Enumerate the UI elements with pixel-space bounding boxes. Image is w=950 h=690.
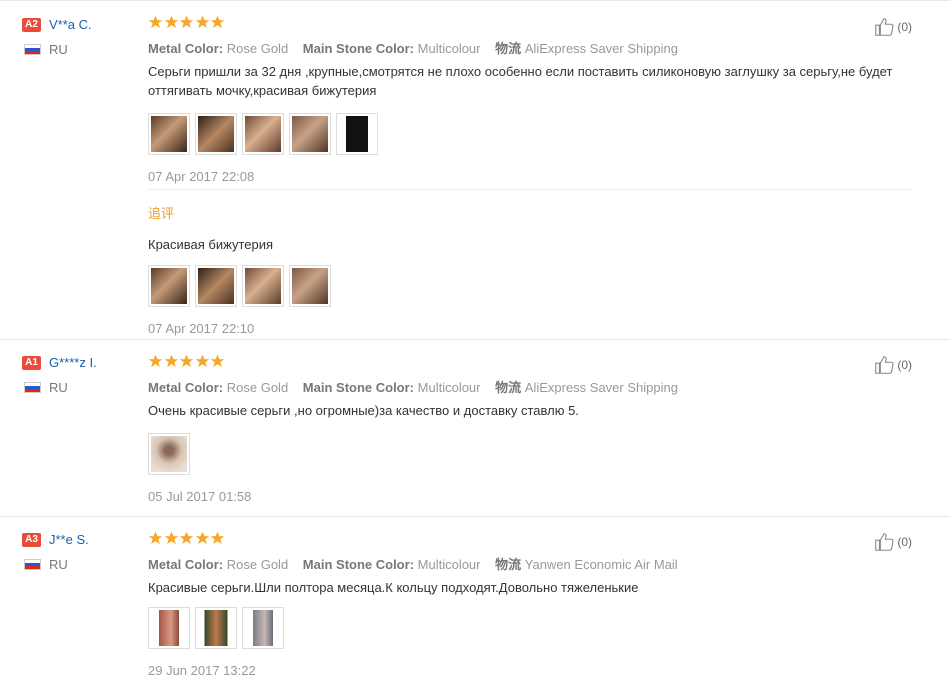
- thumbs-up-icon: [875, 533, 894, 551]
- review-photo-thumbnail[interactable]: [195, 113, 237, 155]
- review-photo-thumbnail[interactable]: [148, 433, 190, 475]
- product-attributes: Metal Color: Rose Gold Main Stone Color:…: [148, 554, 913, 572]
- like-button[interactable]: (0): [873, 354, 912, 376]
- attr-key: Metal Color:: [148, 41, 224, 56]
- followup-photos: [148, 265, 913, 307]
- attr-value: Rose Gold: [226, 41, 289, 56]
- buyer-level-badge: A3: [22, 532, 41, 547]
- star-icon: [195, 531, 209, 545]
- star-icon: [164, 531, 178, 545]
- review-photo-thumbnail[interactable]: [195, 265, 237, 307]
- review-content: Metal Color: Rose Gold Main Stone Color:…: [148, 531, 913, 678]
- followup-date: 07 Apr 2017 22:10: [148, 321, 255, 336]
- like-count: (0): [897, 535, 912, 549]
- review-photos: [148, 433, 913, 475]
- star-icon: [164, 354, 178, 368]
- star-icon: [179, 354, 194, 368]
- review-text: Серьги пришли за 32 дня ,крупные,смотрят…: [148, 64, 893, 98]
- review-date: 29 Jun 2017 13:22: [148, 663, 256, 678]
- russia-flag-icon: [24, 558, 41, 570]
- followup-divider: [148, 189, 913, 190]
- review-divider: [0, 516, 950, 517]
- star-icon: [148, 15, 163, 29]
- star-icon: [210, 354, 225, 368]
- attr-value: Multicolour: [417, 41, 481, 56]
- like-count: (0): [897, 358, 912, 372]
- attr-key: 物流: [495, 380, 522, 395]
- followup-content: 追评 Красивая бижутерия 07 Apr 2017 22:10: [148, 203, 913, 336]
- followup-text: Красивая бижутерия: [148, 237, 274, 252]
- review-date: 07 Apr 2017 22:08: [148, 169, 255, 184]
- reviewer-country: RU: [49, 41, 68, 57]
- reviewer-name[interactable]: G****z I.: [49, 355, 97, 370]
- reviewer-info: A1 G****z I. RU: [22, 354, 142, 395]
- like-count: (0): [897, 20, 912, 34]
- star-icon: [164, 15, 178, 29]
- review-photo-thumbnail[interactable]: [195, 607, 237, 649]
- reviewer-country: RU: [49, 379, 68, 395]
- russia-flag-icon: [24, 381, 41, 393]
- buyer-level-badge: A1: [22, 355, 41, 370]
- review-text: Очень красивые серьги ,но огромные)за ка…: [148, 403, 579, 418]
- review-photo-thumbnail[interactable]: [148, 113, 190, 155]
- star-icon: [195, 354, 209, 368]
- star-icon: [195, 15, 209, 29]
- review-photo-thumbnail[interactable]: [242, 265, 284, 307]
- thumbs-up-icon: [875, 18, 894, 36]
- product-attributes: Metal Color: Rose Gold Main Stone Color:…: [148, 38, 913, 56]
- attr-key: Main Stone Color:: [302, 557, 415, 572]
- star-icon: [210, 15, 225, 29]
- review-photos: [148, 607, 913, 649]
- star-rating: [148, 354, 913, 370]
- review-content: Metal Color: Rose Gold Main Stone Color:…: [148, 354, 913, 504]
- thumbs-up-icon: [875, 356, 894, 374]
- star-icon: [179, 15, 194, 29]
- review-date: 05 Jul 2017 01:58: [148, 489, 252, 504]
- review-photo-thumbnail[interactable]: [148, 607, 190, 649]
- attr-value: Yanwen Economic Air Mail: [524, 557, 678, 572]
- reviews-list: A2 V**a C. RU Metal Color: Rose Gold Mai…: [0, 0, 950, 690]
- attr-value: Multicolour: [417, 380, 481, 395]
- attr-key: 物流: [495, 41, 522, 56]
- star-rating: [148, 531, 913, 547]
- attr-key: Metal Color:: [148, 380, 224, 395]
- reviewer-name[interactable]: V**a C.: [49, 17, 92, 32]
- reviewer-info: A3 J**e S. RU: [22, 531, 142, 572]
- star-icon: [148, 531, 163, 545]
- review-text: Красивые серьги.Шли полтора месяца.К кол…: [148, 580, 639, 595]
- attr-value: AliExpress Saver Shipping: [524, 380, 678, 395]
- review-photo-thumbnail[interactable]: [242, 607, 284, 649]
- like-button[interactable]: (0): [873, 531, 912, 553]
- attr-key: Main Stone Color:: [302, 41, 415, 56]
- followup-label: 追评: [148, 206, 175, 221]
- review-photo-thumbnail[interactable]: [289, 265, 331, 307]
- star-rating: [148, 15, 913, 31]
- attr-key: 物流: [495, 557, 522, 572]
- reviewer-country: RU: [49, 556, 68, 572]
- review-photos: [148, 113, 913, 155]
- like-button[interactable]: (0): [873, 16, 912, 38]
- star-icon: [179, 531, 194, 545]
- attr-value: Rose Gold: [226, 380, 289, 395]
- product-attributes: Metal Color: Rose Gold Main Stone Color:…: [148, 377, 913, 395]
- star-icon: [210, 531, 225, 545]
- russia-flag-icon: [24, 43, 41, 55]
- review-content: Metal Color: Rose Gold Main Stone Color:…: [148, 15, 913, 184]
- reviewer-info: A2 V**a C. RU: [22, 16, 142, 57]
- attr-value: Rose Gold: [226, 557, 289, 572]
- attr-key: Metal Color:: [148, 557, 224, 572]
- review-photo-thumbnail[interactable]: [336, 113, 378, 155]
- review-photo-thumbnail[interactable]: [148, 265, 190, 307]
- review-photo-thumbnail[interactable]: [289, 113, 331, 155]
- attr-key: Main Stone Color:: [302, 380, 415, 395]
- review-divider: [0, 339, 950, 340]
- reviewer-name[interactable]: J**e S.: [49, 532, 89, 547]
- attr-value: Multicolour: [417, 557, 481, 572]
- star-icon: [148, 354, 163, 368]
- attr-value: AliExpress Saver Shipping: [524, 41, 678, 56]
- review-photo-thumbnail[interactable]: [242, 113, 284, 155]
- buyer-level-badge: A2: [22, 17, 41, 32]
